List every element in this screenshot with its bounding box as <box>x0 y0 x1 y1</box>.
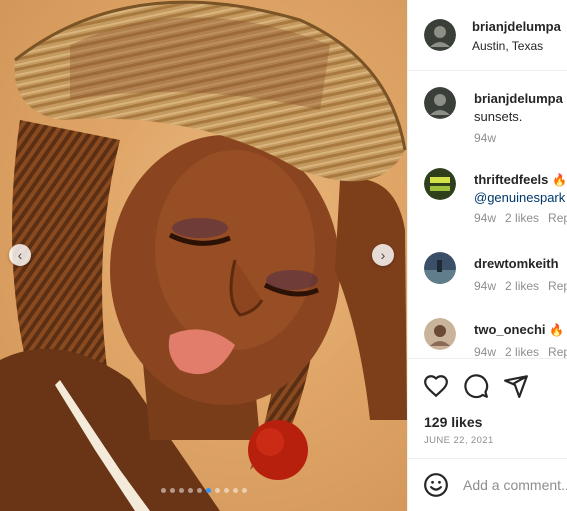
paper-plane-icon[interactable] <box>503 373 529 399</box>
reply-button[interactable]: Reply <box>548 279 567 293</box>
reply-button[interactable]: Reply <box>548 211 567 225</box>
carousel-indicator <box>0 488 407 493</box>
reply-button[interactable]: Reply <box>548 345 567 358</box>
carousel-dot <box>205 488 211 493</box>
comment-time[interactable]: 94w <box>474 211 496 225</box>
carousel-dot <box>232 488 238 493</box>
comment-body: brianjdelumpa sunsets. <box>474 90 563 126</box>
post-photo: ‹ › <box>0 0 407 511</box>
comment-meta: 94w 2 likes Reply <box>474 345 567 358</box>
comment-time[interactable]: 94w <box>474 131 496 145</box>
carousel-dot <box>178 488 184 493</box>
post-location[interactable]: Austin, Texas <box>472 39 543 53</box>
comment-likes[interactable]: 2 likes <box>505 211 539 225</box>
comment-body: thriftedfeels 🔥 @genuinespark <box>474 171 567 207</box>
portrait-illustration <box>0 0 407 511</box>
comments-list: brianjdelumpa sunsets. 94w thriftedfeels… <box>408 71 567 358</box>
fire-emoji: 🔥 <box>552 173 567 187</box>
author-avatar[interactable] <box>424 19 456 51</box>
comment-body: drewtomkeith <box>474 255 559 273</box>
author-username[interactable]: brianjdelumpa <box>472 19 561 34</box>
fire-emoji: 🔥 <box>549 323 565 337</box>
commenter-avatar[interactable] <box>424 318 456 350</box>
carousel-dot <box>196 488 202 493</box>
post-sidebar: brianjdelumpa Austin, Texas brianjdelump… <box>407 0 567 511</box>
comment-input[interactable] <box>463 471 567 499</box>
carousel-dot <box>169 488 175 493</box>
heart-icon[interactable] <box>423 373 449 399</box>
commenter-avatar[interactable] <box>424 87 456 119</box>
commenter-avatar[interactable] <box>424 168 456 200</box>
likes-count[interactable]: 129 likes <box>424 414 482 430</box>
comment-text: sunsets. <box>474 109 523 124</box>
post-actions: 129 likes JUNE 22, 2021 <box>408 358 567 459</box>
commenter-username[interactable]: two_onechi <box>474 322 546 337</box>
post-header: brianjdelumpa Austin, Texas <box>408 0 567 71</box>
comment-meta: 94w 2 likes Reply <box>474 211 567 225</box>
carousel-dot <box>223 488 229 493</box>
comment-likes[interactable]: 2 likes <box>505 279 539 293</box>
commenter-avatar[interactable] <box>424 252 456 284</box>
comment-meta: 94w <box>474 131 505 145</box>
chevron-right-icon: › <box>380 247 386 263</box>
mention-link[interactable]: @genuinespark <box>474 190 565 205</box>
previous-photo-button[interactable]: ‹ <box>9 244 31 266</box>
comment-time[interactable]: 94w <box>474 345 496 358</box>
chevron-left-icon: ‹ <box>17 247 23 263</box>
comment-time[interactable]: 94w <box>474 279 496 293</box>
post-date[interactable]: JUNE 22, 2021 <box>424 435 494 446</box>
add-comment-bar <box>408 458 567 511</box>
comment-body: two_onechi 🔥 <box>474 321 564 339</box>
comment-meta: 94w 2 likes Reply <box>474 279 567 293</box>
commenter-username[interactable]: brianjdelumpa <box>474 91 563 106</box>
carousel-dot <box>214 488 220 493</box>
comment-bubble-icon[interactable] <box>463 373 489 399</box>
carousel-dot <box>160 488 166 493</box>
comment-likes[interactable]: 2 likes <box>505 345 539 358</box>
next-photo-button[interactable]: › <box>372 244 394 266</box>
commenter-username[interactable]: drewtomkeith <box>474 256 559 271</box>
carousel-dot <box>187 488 193 493</box>
smiley-icon[interactable] <box>423 472 449 498</box>
carousel-dot <box>241 488 247 493</box>
commenter-username[interactable]: thriftedfeels <box>474 172 548 187</box>
